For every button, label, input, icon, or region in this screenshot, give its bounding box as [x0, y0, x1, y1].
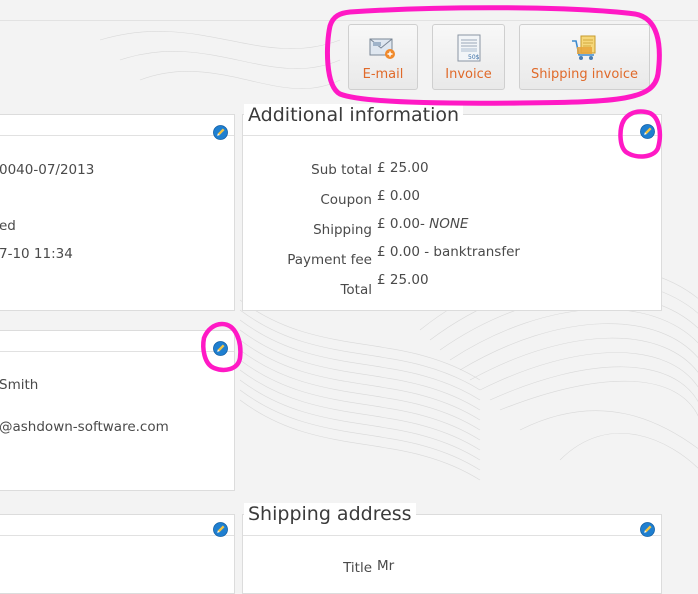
panel-divider: [0, 351, 234, 352]
order-date: 7-10 11:34: [0, 246, 73, 262]
additional-info-title: Additional information: [244, 104, 464, 126]
email-button[interactable]: E-mail: [348, 24, 418, 90]
order-reference: 0040-07/2013: [0, 162, 95, 178]
customer-email: @ashdown-software.com: [0, 419, 169, 435]
shipping-address-title: Shipping address: [244, 503, 416, 525]
customer-panel: Smith @ashdown-software.com: [0, 330, 235, 491]
additional-info-panel: [242, 114, 662, 311]
payment-fee-label: Payment fee: [287, 252, 372, 268]
shipping-invoice-button[interactable]: Shipping invoice: [519, 24, 650, 90]
billing-edit-icon[interactable]: [213, 522, 228, 537]
subtotal-label: Sub total: [311, 162, 372, 178]
shipping-invoice-button-label: Shipping invoice: [530, 67, 639, 82]
panel-divider: [243, 535, 661, 536]
invoice-button-label: Invoice: [445, 67, 492, 82]
coupon-value: £ 0.00: [377, 188, 420, 204]
shipping-method: NONE: [429, 216, 469, 232]
billing-address-panel: [0, 514, 235, 594]
email-button-label: E-mail: [362, 67, 404, 82]
shipping-address-edit-icon[interactable]: [640, 522, 655, 537]
shipping-amount: £ 0.00-: [377, 216, 425, 232]
shipping-value: £ 0.00- NONE: [377, 216, 468, 232]
order-edit-icon[interactable]: [213, 125, 228, 140]
panel-divider: [0, 535, 234, 536]
order-details-panel: 0040-07/2013 ed 7-10 11:34: [0, 114, 235, 311]
shipping-title-label: Title: [343, 560, 372, 576]
email-icon: [369, 38, 395, 59]
panel-divider: [0, 135, 234, 136]
total-value: £ 25.00: [377, 272, 429, 288]
coupon-label: Coupon: [320, 192, 372, 208]
shipping-cart-icon: [571, 35, 595, 60]
customer-edit-icon[interactable]: [213, 341, 228, 356]
subtotal-value: £ 25.00: [377, 160, 429, 176]
payment-fee-value: £ 0.00 - banktransfer: [377, 244, 520, 260]
shipping-label: Shipping: [313, 222, 372, 238]
shipping-title-value: Mr: [377, 558, 395, 574]
shipping-address-panel: [242, 514, 662, 594]
total-label: Total: [340, 282, 372, 298]
invoice-icon-text: 50$: [468, 54, 480, 61]
customer-name: Smith: [0, 377, 39, 393]
invoice-button[interactable]: 50$ Invoice: [432, 24, 505, 90]
header-divider: [0, 20, 698, 21]
panel-divider: [243, 135, 661, 136]
order-status: ed: [0, 218, 16, 234]
additional-info-edit-icon[interactable]: [640, 124, 655, 139]
invoice-icon: 50$: [457, 34, 480, 62]
